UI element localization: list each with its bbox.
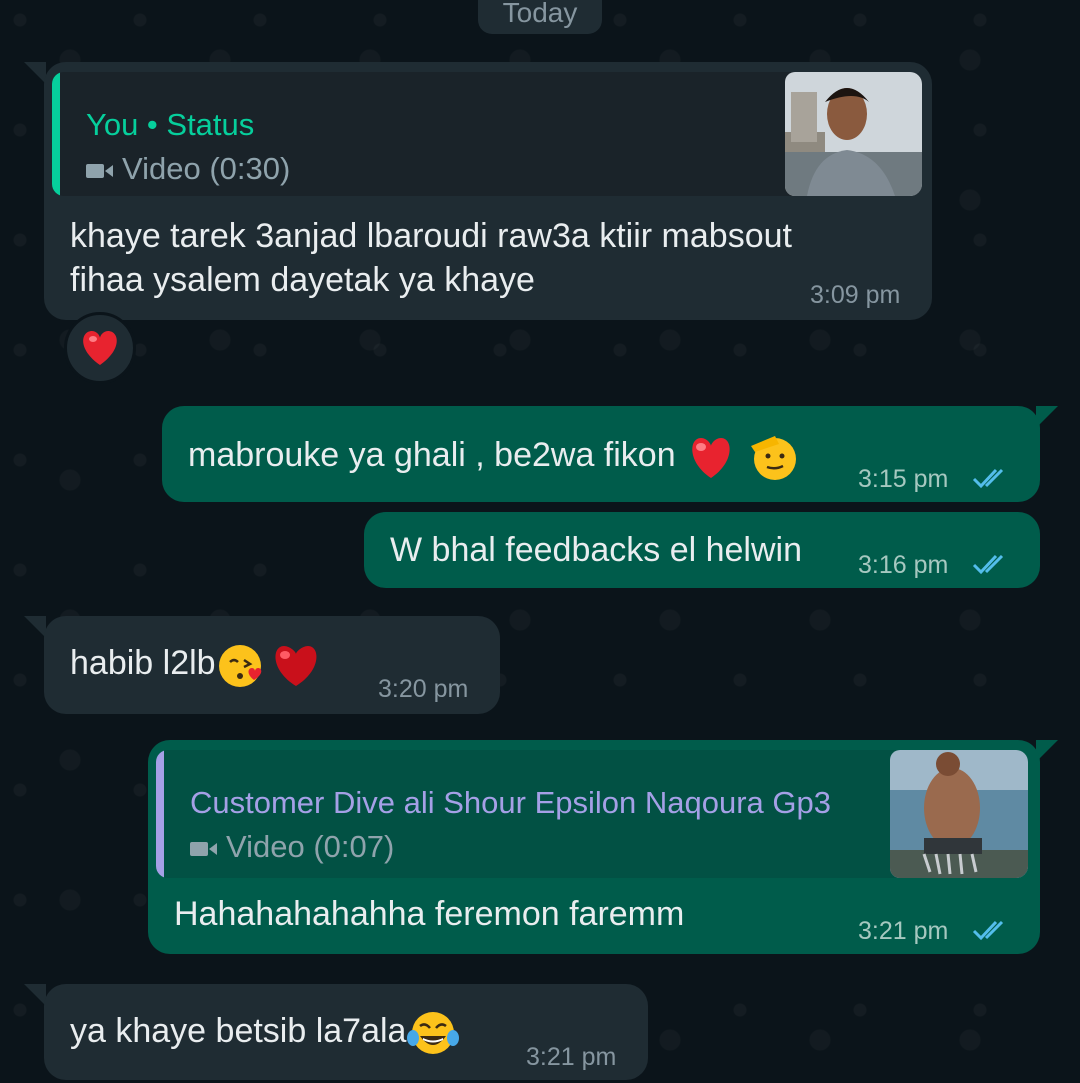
- quote-video-duration: Video (0:30): [122, 151, 291, 186]
- message-timestamp: 3:20 pm: [378, 675, 469, 703]
- message-text: mabrouke ya ghali , be2wa fikon: [188, 432, 799, 482]
- heart-emoji: [83, 331, 117, 365]
- status-video-thumbnail[interactable]: [785, 72, 922, 196]
- video-camera-icon: [86, 163, 113, 178]
- message-text-line: fihaa ysalem dayetak ya khaye: [70, 261, 535, 299]
- incoming-message-bubble[interactable]: You • Status Video (0:30) khaye tarek 3a…: [44, 62, 932, 320]
- quote-accent-bar: [52, 72, 60, 196]
- quote-author: Customer Dive ali Shour Epsilon Naqoura …: [190, 785, 831, 820]
- message-timestamp: 3:21 pm: [526, 1043, 617, 1071]
- video-thumbnail[interactable]: [890, 750, 1028, 878]
- quote-media-label: Video (0:30): [86, 150, 290, 188]
- quote-accent-bar: [156, 750, 164, 878]
- incoming-message-bubble[interactable]: habib l2lb 3:20 pm: [44, 616, 500, 714]
- quoted-video[interactable]: Customer Dive ali Shour Epsilon Naqoura …: [156, 750, 1028, 878]
- face-blowing-kiss-emoji: [218, 645, 261, 687]
- bubble-tail: [24, 984, 46, 1006]
- incoming-message-bubble[interactable]: ya khaye betsib la7ala 3:21 pm: [44, 984, 648, 1080]
- message-text-content: habib l2lb: [70, 643, 216, 682]
- red-heart-emoji: [692, 438, 730, 478]
- read-receipt-icon: [972, 920, 1004, 941]
- quote-author: You • Status: [86, 107, 255, 142]
- message-text-line: khaye tarek 3anjad lbaroudi raw3a ktiir …: [70, 217, 792, 255]
- message-reaction[interactable]: [64, 312, 136, 384]
- message-timestamp: 3:09 pm: [810, 281, 901, 309]
- outgoing-message-bubble[interactable]: mabrouke ya ghali , be2wa fikon 3:15 pm: [162, 406, 1040, 502]
- red-heart-emoji: [275, 646, 317, 686]
- message-timestamp: 3:16 pm: [858, 551, 949, 579]
- saluting-face-emoji: [750, 436, 796, 480]
- message-text: W bhal feedbacks el helwin: [390, 531, 803, 569]
- outgoing-message-bubble[interactable]: Customer Dive ali Shour Epsilon Naqoura …: [148, 740, 1040, 954]
- message-timestamp: 3:21 pm: [858, 917, 949, 945]
- face-with-tears-of-joy-emoji: [407, 1012, 460, 1054]
- quoted-status[interactable]: You • Status Video (0:30): [52, 72, 922, 196]
- message-text: habib l2lb: [70, 640, 324, 690]
- quote-media-label: Video (0:07): [190, 828, 394, 866]
- quote-video-duration: Video (0:07): [226, 829, 395, 864]
- bubble-tail: [24, 62, 46, 84]
- message-text-content: mabrouke ya ghali , be2wa fikon: [188, 435, 676, 474]
- read-receipt-icon: [972, 468, 1004, 489]
- date-divider: Today: [478, 0, 602, 34]
- message-text: Hahahahahahha feremon faremm: [174, 895, 685, 933]
- message-timestamp: 3:15 pm: [858, 465, 949, 493]
- video-camera-icon: [190, 841, 217, 856]
- message-text: ya khaye betsib la7ala: [70, 1008, 460, 1058]
- bubble-tail: [24, 616, 46, 638]
- outgoing-message-bubble[interactable]: W bhal feedbacks el helwin 3:16 pm: [364, 512, 1040, 588]
- read-receipt-icon: [972, 554, 1004, 575]
- message-text-content: ya khaye betsib la7ala: [70, 1011, 407, 1050]
